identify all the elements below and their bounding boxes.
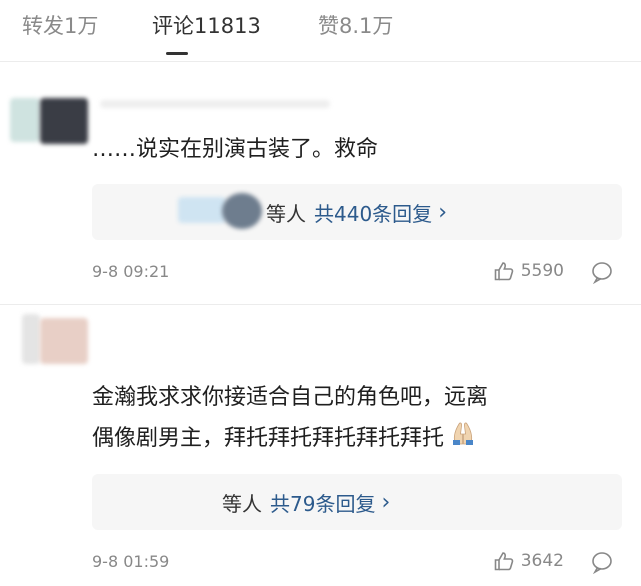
comment-timestamp: 9-8 09:21	[92, 262, 170, 281]
replies-prefix: 等人	[266, 201, 306, 226]
comment-meta: 9-8 01:59 3642	[92, 548, 622, 578]
username-blurred[interactable]	[100, 100, 330, 108]
speech-bubble-icon	[592, 552, 612, 575]
replier-avatar-blurred	[222, 193, 262, 229]
chevron-right-icon: ›	[381, 489, 391, 515]
thumbs-up-icon	[494, 262, 513, 281]
avatar-blurred[interactable]	[40, 98, 88, 144]
replies-count-link[interactable]: 共79条回复	[270, 488, 375, 517]
comment-timestamp: 9-8 01:59	[92, 552, 170, 571]
tab-repost[interactable]: 转发1万	[22, 10, 98, 40]
tab-comments[interactable]: 评论11813	[152, 10, 261, 40]
avatar-blurred[interactable]	[10, 98, 40, 142]
comment-text-line-1: 金瀚我求求你接适合自己的角色吧，远离	[92, 385, 489, 410]
folded-hands-emoji	[448, 420, 478, 458]
like-button[interactable]: 5590	[493, 260, 564, 282]
replies-preview-box[interactable]: 等人 共440条回复 ›	[92, 184, 622, 240]
like-button[interactable]: 3642	[493, 550, 564, 572]
chevron-right-icon: ›	[438, 199, 447, 225]
comment-tabs-bar: 转发1万 评论11813 赞8.1万	[0, 0, 641, 62]
comment-divider	[0, 304, 641, 305]
replies-count-link[interactable]: 共440条回复	[314, 198, 432, 227]
avatar-blurred[interactable]	[22, 314, 40, 364]
thumbs-up-icon	[494, 552, 513, 571]
avatar-blurred[interactable]	[40, 318, 88, 364]
replies-prefix: 等人	[222, 491, 262, 516]
comment-text-line-2-content: 偶像剧男主，拜托拜托拜托拜托拜托	[92, 426, 445, 451]
comment-meta: 9-8 09:21 5590	[92, 258, 622, 288]
reply-button[interactable]	[590, 550, 614, 578]
reply-button[interactable]	[590, 260, 614, 288]
comment-text: ……说实在别演古装了。救命	[92, 137, 379, 162]
tab-likes[interactable]: 赞8.1万	[318, 10, 393, 40]
replier-name-blurred	[178, 197, 226, 223]
active-tab-indicator	[166, 52, 188, 55]
like-count: 5590	[520, 261, 564, 281]
speech-bubble-icon	[592, 262, 612, 285]
comment-text-line-2: 偶像剧男主，拜托拜托拜托拜托拜托	[92, 420, 478, 458]
replies-preview-box[interactable]: 等人 共79条回复 ›	[92, 474, 622, 530]
like-count: 3642	[520, 551, 564, 571]
